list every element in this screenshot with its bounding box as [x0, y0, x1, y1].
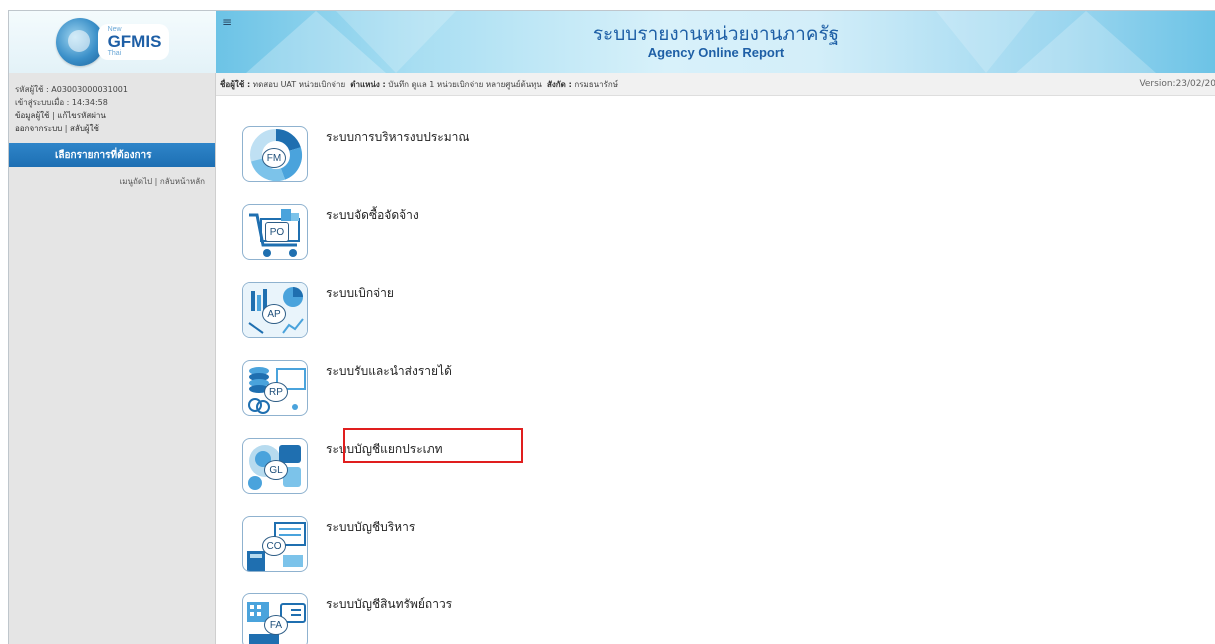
banner: ≡ ระบบรายงานหน่วยงานภาครัฐ Agency Online…	[216, 11, 1215, 73]
user-id: รหัสผู้ใช้ : A03003000031001	[15, 85, 128, 94]
home-link[interactable]: กลับหน้าหลัก	[160, 177, 205, 186]
ap-chart-icon[interactable]: AP	[242, 282, 308, 338]
header: New GFMIS Thai ≡ ระบบรายงานหน่วยงานภาครั…	[9, 11, 1215, 73]
user-links-row-1: ข้อมูลผู้ใช้ | แก้ไขรหัสผ่าน	[15, 109, 215, 122]
fa-code-badge: FA	[264, 615, 288, 635]
gl-code-badge: GL	[264, 460, 288, 480]
app-frame: New GFMIS Thai ≡ ระบบรายงานหน่วยงานภาครั…	[8, 10, 1215, 644]
co-code-badge: CO	[262, 536, 286, 556]
logo-area: New GFMIS Thai	[9, 11, 216, 73]
system-item-rp[interactable]: RP ระบบรับและนำส่งรายได้	[242, 360, 452, 422]
po-code-badge: PO	[265, 222, 289, 242]
logo-emblem-icon	[55, 18, 104, 66]
sidebar-section-header: เลือกรายการที่ต้องการ	[9, 143, 215, 167]
version-label: Version:23/02/20	[1139, 79, 1215, 89]
system-item-ap[interactable]: AP ระบบเบิกจ่าย	[242, 282, 394, 344]
system-label-fa[interactable]: ระบบบัญชีสินทรัพย์ถาวร	[326, 595, 452, 644]
change-password-link[interactable]: แก้ไขรหัสผ่าน	[57, 111, 106, 120]
logo-text: New GFMIS Thai	[97, 24, 170, 60]
link-separator: |	[154, 177, 158, 186]
agency-label: สังกัด :	[547, 79, 572, 89]
gl-globe-icon[interactable]: GL	[242, 438, 308, 494]
next-menu-link[interactable]: เมนูถัดไป	[120, 177, 153, 186]
main-content: FM ระบบการบริหารงบประมาณ PO ระบบจัดซื้อจ…	[216, 96, 1215, 644]
system-item-fa[interactable]: FA ระบบบัญชีสินทรัพย์ถาวร	[242, 593, 452, 644]
login-time: เข้าสู่ระบบเมื่อ : 14:34:58	[15, 98, 108, 107]
system-label-fm[interactable]: ระบบการบริหารงบประมาณ	[326, 128, 470, 188]
switch-user-link[interactable]: สลับผู้ใช้	[70, 124, 99, 133]
user-name-label: ชื่อผู้ใช้ :	[220, 79, 251, 89]
fm-code-badge: FM	[262, 148, 286, 168]
po-shopping-cart-icon[interactable]: PO	[242, 204, 308, 260]
logo-gfmis-label: GFMIS	[107, 32, 162, 51]
fa-building-icon[interactable]: FA	[242, 593, 308, 644]
system-item-co[interactable]: CO ระบบบัญชีบริหาร	[242, 516, 415, 578]
link-separator: |	[52, 111, 55, 120]
rp-code-badge: RP	[264, 382, 288, 402]
user-links-row-2: ออกจากระบบ | สลับผู้ใช้	[15, 122, 215, 135]
sidebar: รหัสผู้ใช้ : A03003000031001 เข้าสู่ระบบ…	[9, 73, 216, 644]
user-info-link[interactable]: ข้อมูลผู้ใช้	[15, 111, 49, 120]
link-separator: |	[64, 124, 68, 133]
position-value: บันทึก ดูแล 1 หน่วยเบิกจ่าย หลายศูนย์ต้น…	[388, 79, 542, 89]
system-label-co[interactable]: ระบบบัญชีบริหาร	[326, 518, 415, 578]
ap-code-badge: AP	[262, 304, 286, 324]
system-label-rp[interactable]: ระบบรับและนำส่งรายได้	[326, 362, 452, 422]
rp-coins-icon[interactable]: RP	[242, 360, 308, 416]
logo-thai-label: Thai	[107, 50, 122, 57]
user-info-bar: ชื่อผู้ใช้ : ทดสอบ UAT หน่วยเบิกจ่าย ตำแ…	[216, 73, 1215, 96]
co-calculator-icon[interactable]: CO	[242, 516, 308, 572]
user-name-value: ทดสอบ UAT หน่วยเบิกจ่าย	[252, 79, 346, 89]
user-info: รหัสผู้ใช้ : A03003000031001 เข้าสู่ระบบ…	[9, 73, 215, 135]
system-item-po[interactable]: PO ระบบจัดซื้อจัดจ้าง	[242, 204, 419, 266]
page-subtitle: Agency Online Report	[647, 45, 785, 60]
sidebar-nav-links: เมนูถัดไป | กลับหน้าหลัก	[9, 167, 215, 188]
system-item-gl[interactable]: GL ระบบบัญชีแยกประเภท	[242, 438, 443, 500]
logout-link[interactable]: ออกจากระบบ	[15, 124, 62, 133]
system-item-fm[interactable]: FM ระบบการบริหารงบประมาณ	[242, 126, 470, 188]
position-label: ตำแหน่ง :	[350, 79, 386, 89]
gfmis-logo[interactable]: New GFMIS Thai	[55, 18, 170, 66]
fm-donut-chart-icon[interactable]: FM	[242, 126, 308, 182]
system-label-gl[interactable]: ระบบบัญชีแยกประเภท	[326, 440, 443, 500]
system-label-ap[interactable]: ระบบเบิกจ่าย	[326, 284, 394, 344]
agency-value: กรมธนารักษ์	[574, 79, 619, 89]
system-label-po[interactable]: ระบบจัดซื้อจัดจ้าง	[326, 206, 419, 266]
